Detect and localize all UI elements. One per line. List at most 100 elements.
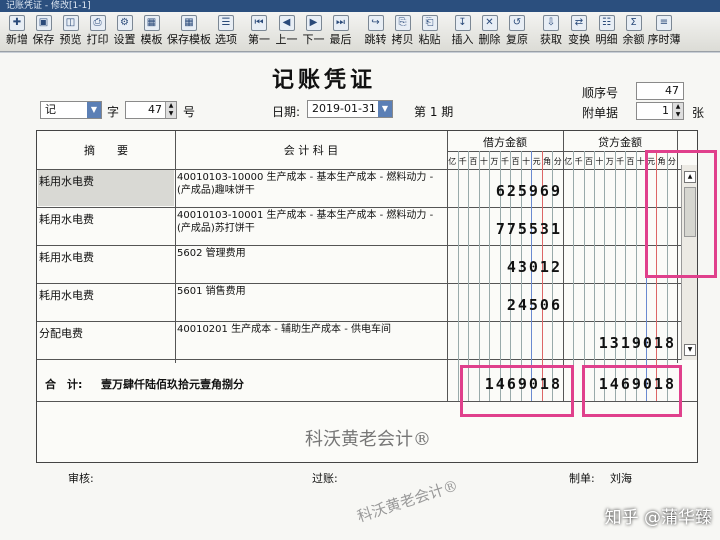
toolbar-button-15[interactable]: ↧ 插入	[449, 13, 476, 51]
row-debit-amount[interactable]: 24506	[447, 296, 562, 314]
debit-unit-label: 角	[543, 157, 552, 166]
row-divider	[37, 359, 697, 360]
post-label: 过账:	[312, 472, 338, 485]
digit-divider	[594, 151, 596, 401]
toolbar-button-label: 变换	[568, 33, 590, 46]
toolbar-button-14[interactable]: ⎗ 粘贴	[416, 13, 443, 51]
toolbar-icon-8: ⏮	[251, 15, 267, 31]
toolbar-icon-22: ≡	[656, 15, 672, 31]
toolbar-button-11[interactable]: ⏭ 最后	[327, 13, 354, 51]
period-label: 第 1 期	[414, 105, 454, 119]
header-debit: 借方金额	[483, 136, 527, 149]
number-spinner[interactable]: ▲ ▼	[165, 102, 176, 118]
toolbar-button-16[interactable]: ✕ 删除	[476, 13, 503, 51]
credit-unit-label: 十	[595, 157, 604, 166]
toolbar-button-5[interactable]: ▦ 模板	[138, 13, 165, 51]
credit-unit-label: 百	[584, 157, 593, 166]
attach-spinner[interactable]: ▲ ▼	[672, 103, 683, 119]
row-debit-amount[interactable]: 775531	[447, 220, 562, 238]
toolbar-button-18[interactable]: ⇩ 获取	[537, 13, 565, 51]
zhihu-watermark: 知乎 @蒲华臻	[604, 508, 712, 528]
toolbar-button-17[interactable]: ↺ 复原	[503, 13, 531, 51]
toolbar-button-3[interactable]: ⎙ 打印	[84, 13, 111, 51]
toolbar-icon-11: ⏭	[332, 15, 349, 31]
toolbar-button-19[interactable]: ⇄ 变换	[565, 13, 593, 51]
digit-divider	[604, 151, 606, 401]
word-type-value: 记	[45, 103, 56, 116]
toolbar-button-label: 拷贝	[391, 33, 414, 46]
row-account[interactable]: 5602 管理费用	[177, 247, 447, 260]
date-value: 2019-01-31	[312, 102, 376, 115]
toolbar-button-8[interactable]: ⏮ 第一	[245, 13, 273, 51]
toolbar-button-label: 选项	[215, 33, 237, 46]
toolbar-icon-4: ⚙	[116, 15, 133, 31]
toolbar-icon-15: ↧	[454, 15, 471, 31]
toolbar-button-label: 保存	[32, 33, 55, 46]
credit-unit-label: 千	[616, 157, 625, 166]
row-summary[interactable]: 耗用水电费	[39, 249, 94, 265]
row-debit-amount[interactable]: 625969	[447, 182, 562, 200]
toolbar-button-label: 预览	[59, 33, 82, 46]
toolbar-button-label: 余额	[622, 33, 645, 46]
toolbar-icon-2: ◫	[62, 15, 79, 31]
toolbar-button-7[interactable]: ☰ 选项	[213, 13, 239, 51]
date-picker[interactable]: 2019-01-31 ▼	[307, 100, 393, 118]
chevron-down-icon[interactable]: ▼	[87, 102, 101, 118]
row-account[interactable]: 40010103-10000 生产成本 - 基本生产成本 - 燃料动力 - (产…	[177, 171, 447, 197]
row-summary[interactable]: 耗用水电费	[39, 211, 94, 227]
row-account[interactable]: 40010201 生产成本 - 辅助生产成本 - 供电车间	[177, 323, 447, 336]
voucher-number-field[interactable]: 47 ▲ ▼	[125, 101, 177, 119]
toolbar-button-label: 上一	[275, 33, 298, 46]
attach-field[interactable]: 1 ▲ ▼	[636, 102, 684, 120]
toolbar-button-6[interactable]: ▦ 保存模板	[165, 13, 213, 51]
date-label: 日期:	[272, 105, 301, 119]
total-label: 合 计:	[45, 378, 83, 391]
toolbar-button-label: 序时薄	[647, 33, 681, 46]
toolbar-button-4[interactable]: ⚙ 设置	[111, 13, 138, 51]
toolbar: ✚ 新增 ▣ 保存 ◫ 预览 ⎙ 打印 ⚙ 设置 ▦ 模板 ▦ 保存模板 ☰ 选项 ⏮ 第一 ◀ 上一 ▶ 下一 ⏭ 最后 ↪ 跳…	[0, 12, 720, 52]
row-summary[interactable]: 耗用水电费	[39, 173, 94, 189]
maker-name: 刘海	[610, 472, 632, 485]
credit-unit-label: 万	[605, 157, 614, 166]
highlight-box-top	[645, 150, 717, 278]
toolbar-button-21[interactable]: Σ 余额	[620, 13, 647, 51]
toolbar-button-2[interactable]: ◫ 预览	[57, 13, 84, 51]
toolbar-button-label: 跳转	[364, 33, 387, 46]
debit-unit-label: 亿	[448, 157, 457, 166]
row-credit-amount[interactable]: 1319018	[563, 334, 676, 352]
toolbar-icon-6: ▦	[181, 15, 197, 31]
row-summary[interactable]: 分配电费	[39, 325, 83, 341]
voucher-number-value: 47	[148, 103, 162, 116]
credit-unit-label: 百	[626, 157, 635, 166]
toolbar-button-9[interactable]: ◀ 上一	[273, 13, 300, 51]
scroll-down-icon[interactable]: ▼	[684, 344, 696, 356]
toolbar-button-10[interactable]: ▶ 下一	[300, 13, 327, 51]
calendar-dropdown-icon[interactable]: ▼	[378, 101, 392, 117]
review-label: 审核:	[68, 472, 94, 485]
word-type-select[interactable]: 记 ▼	[40, 101, 102, 119]
toolbar-button-label: 打印	[86, 33, 109, 46]
toolbar-icon-9: ◀	[278, 15, 295, 31]
toolbar-button-label: 新增	[6, 33, 28, 46]
toolbar-button-0[interactable]: ✚ 新增	[4, 13, 30, 51]
toolbar-icon-7: ☰	[218, 15, 234, 31]
toolbar-button-label: 粘贴	[418, 33, 441, 46]
toolbar-button-12[interactable]: ↪ 跳转	[362, 13, 389, 51]
col-divider	[175, 131, 176, 363]
toolbar-button-22[interactable]: ≡ 序时薄	[647, 13, 681, 51]
debit-unit-label: 十	[479, 157, 488, 166]
word-label: 字	[107, 105, 120, 119]
row-debit-amount[interactable]: 43012	[447, 258, 562, 276]
toolbar-button-label: 模板	[140, 33, 163, 46]
row-account[interactable]: 40010103-10001 生产成本 - 基本生产成本 - 燃料动力 - (产…	[177, 209, 447, 235]
seq-field[interactable]: 47	[636, 82, 684, 100]
row-account[interactable]: 5601 销售费用	[177, 285, 447, 298]
toolbar-button-13[interactable]: ⎘ 拷贝	[389, 13, 416, 51]
toolbar-button-label: 第一	[248, 33, 270, 46]
digit-divider	[583, 151, 585, 401]
toolbar-button-20[interactable]: ☷ 明细	[593, 13, 620, 51]
toolbar-button-1[interactable]: ▣ 保存	[30, 13, 57, 51]
row-summary[interactable]: 耗用水电费	[39, 287, 94, 303]
debit-unit-label: 千	[458, 157, 467, 166]
toolbar-icon-12: ↪	[367, 15, 384, 31]
